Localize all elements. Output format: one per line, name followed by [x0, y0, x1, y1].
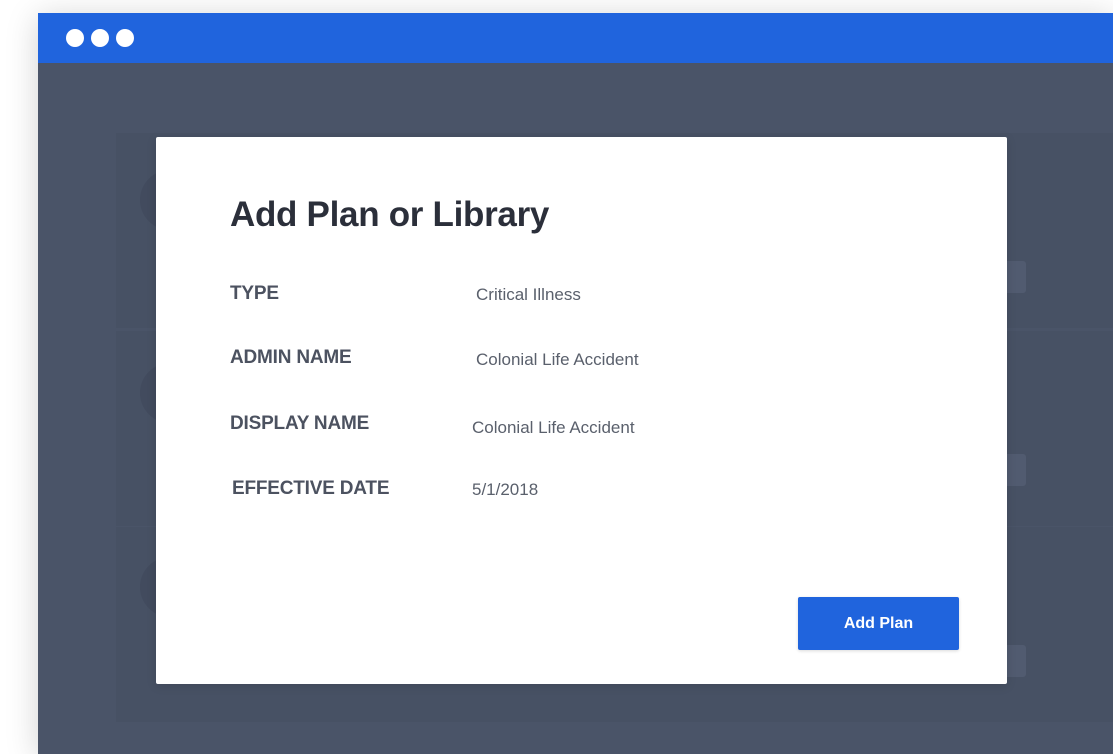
window-titlebar	[38, 13, 1113, 63]
app-window: Add Plan or Library TYPE Critical Illnes…	[38, 13, 1113, 754]
type-label: TYPE	[230, 283, 279, 304]
display-name-label: DISPLAY NAME	[230, 413, 370, 434]
type-value: Critical Illness	[476, 285, 581, 304]
modal-title: Add Plan or Library	[230, 195, 550, 234]
window-control-dot-icon[interactable]	[91, 29, 109, 47]
add-plan-modal: Add Plan or Library TYPE Critical Illnes…	[156, 137, 1007, 684]
admin-name-value: Colonial Life Accident	[476, 350, 639, 369]
add-plan-button[interactable]: Add Plan	[798, 597, 959, 650]
window-control-dot-icon[interactable]	[116, 29, 134, 47]
effective-date-label: EFFECTIVE DATE	[232, 478, 390, 499]
display-name-value: Colonial Life Accident	[472, 418, 635, 437]
admin-name-label: ADMIN NAME	[230, 347, 352, 368]
window-control-dot-icon[interactable]	[66, 29, 84, 47]
effective-date-value: 5/1/2018	[472, 480, 539, 499]
